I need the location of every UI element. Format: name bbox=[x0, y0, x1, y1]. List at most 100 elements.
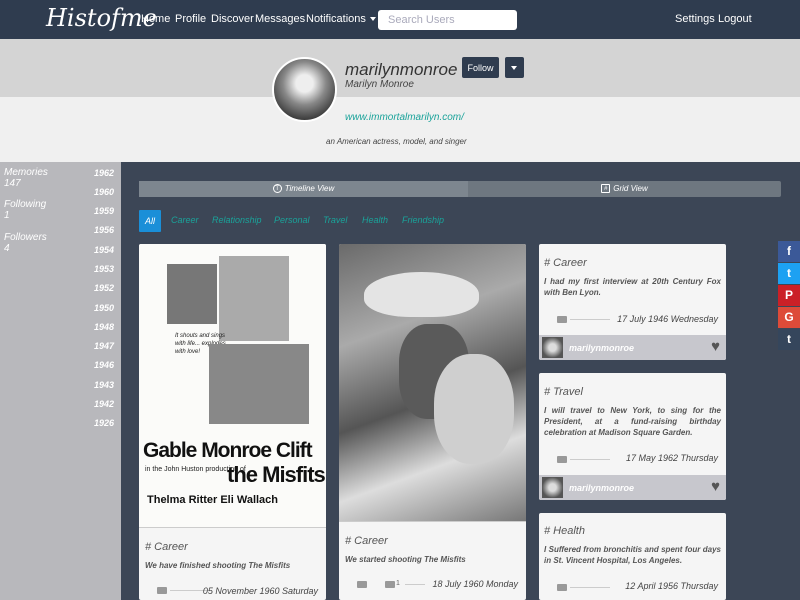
memory-card[interactable]: It shouts and sings with life... explode… bbox=[139, 244, 326, 600]
card-username[interactable]: marilynmonroe bbox=[569, 483, 634, 493]
filter-travel[interactable]: Travel bbox=[323, 215, 347, 225]
memory-text: I will travel to New York, to sing for t… bbox=[544, 406, 721, 437]
poster-figure bbox=[219, 256, 289, 341]
memory-date: 18 July 1960 Monday bbox=[432, 579, 518, 589]
divider bbox=[570, 319, 610, 320]
memory-photo[interactable] bbox=[339, 244, 526, 522]
user-avatar[interactable] bbox=[542, 477, 563, 498]
profile-info bbox=[0, 97, 800, 162]
share-icon[interactable] bbox=[385, 581, 395, 588]
year-link[interactable]: 1953 bbox=[94, 264, 114, 274]
heart-icon[interactable]: ♥ bbox=[711, 479, 720, 494]
year-link[interactable]: 1946 bbox=[94, 360, 114, 370]
year-link[interactable]: 1960 bbox=[94, 187, 114, 197]
follow-dropdown-button[interactable] bbox=[505, 57, 524, 78]
profile-website-link[interactable]: www.immortalmarilyn.com/ bbox=[345, 112, 464, 123]
year-link[interactable]: 1954 bbox=[94, 245, 114, 255]
tumblr-share-icon[interactable]: t bbox=[778, 329, 800, 350]
year-link[interactable]: 1956 bbox=[94, 225, 114, 235]
comment-icon[interactable] bbox=[557, 456, 567, 463]
comment-icon[interactable] bbox=[357, 581, 367, 588]
divider bbox=[570, 459, 610, 460]
nav-notifications[interactable]: Notifications bbox=[306, 13, 376, 25]
stat-label: Followers bbox=[4, 232, 47, 243]
memory-card[interactable]: # Travel I will travel to New York, to s… bbox=[539, 373, 726, 500]
timeline-view-button[interactable]: T Timeline View bbox=[139, 181, 468, 197]
year-link[interactable]: 1926 bbox=[94, 418, 114, 428]
profile-username: marilynmonroe bbox=[345, 60, 458, 79]
memory-date: 17 May 1962 Thursday bbox=[625, 453, 718, 463]
comment-icon[interactable] bbox=[157, 587, 167, 594]
timeline-icon: T bbox=[272, 184, 282, 194]
stat-value: 1 bbox=[4, 210, 10, 221]
sidebar: Memories 147 Following 1 Followers 4 1962 1… bbox=[0, 162, 121, 600]
comment-icon[interactable] bbox=[557, 584, 567, 591]
nav-settings[interactable]: Settings bbox=[675, 13, 715, 25]
memory-text: We started shooting The Misfits bbox=[345, 555, 466, 564]
heart-icon[interactable]: ♥ bbox=[711, 339, 720, 354]
filter-relationship[interactable]: Relationship bbox=[212, 215, 262, 225]
stat-followers[interactable]: Followers 4 bbox=[4, 232, 47, 254]
twitter-share-icon[interactable]: t bbox=[778, 263, 800, 284]
memory-card[interactable]: # Career We started shooting The Misfits… bbox=[339, 244, 526, 600]
poster-cast: Thelma Ritter Eli Wallach bbox=[147, 494, 279, 506]
memory-card[interactable]: # Health I Suffered from bronchitis and … bbox=[539, 513, 726, 600]
facebook-share-icon[interactable]: f bbox=[778, 241, 800, 262]
grid-view-label: Grid View bbox=[613, 184, 648, 193]
card-username[interactable]: marilynmonroe bbox=[569, 343, 634, 353]
poster-stars: Gable Monroe Clift bbox=[143, 439, 313, 462]
filter-personal[interactable]: Personal bbox=[274, 215, 310, 225]
nav-profile[interactable]: Profile bbox=[175, 13, 206, 25]
memory-photo[interactable]: It shouts and sings with life... explode… bbox=[139, 244, 326, 528]
memory-category: # Career bbox=[145, 541, 188, 553]
filter-career[interactable]: Career bbox=[171, 215, 199, 225]
search-input[interactable] bbox=[378, 10, 517, 30]
stat-value: 147 bbox=[4, 178, 21, 189]
year-link[interactable]: 1948 bbox=[94, 322, 114, 332]
view-toggle: T Timeline View # Grid View bbox=[139, 181, 781, 197]
share-count: 1 bbox=[396, 580, 400, 587]
google-plus-share-icon[interactable]: G bbox=[778, 307, 800, 328]
stat-following[interactable]: Following 1 bbox=[4, 199, 46, 221]
filter-health[interactable]: Health bbox=[362, 215, 388, 225]
year-link[interactable]: 1952 bbox=[94, 283, 114, 293]
nav-discover[interactable]: Discover bbox=[211, 13, 254, 25]
nav-notifications-label: Notifications bbox=[306, 13, 366, 25]
memory-text: I had my first interview at 20th Century… bbox=[544, 277, 721, 297]
memory-date: 12 April 1956 Thursday bbox=[625, 581, 718, 591]
follow-button[interactable]: Follow bbox=[462, 57, 499, 78]
stat-memories[interactable]: Memories 147 bbox=[4, 167, 48, 189]
user-avatar[interactable] bbox=[542, 337, 563, 358]
year-link[interactable]: 1962 bbox=[94, 168, 114, 178]
year-link[interactable]: 1950 bbox=[94, 303, 114, 313]
stat-label: Memories bbox=[4, 167, 48, 178]
year-link[interactable]: 1947 bbox=[94, 341, 114, 351]
comment-icon[interactable] bbox=[557, 316, 567, 323]
nav-home[interactable]: Home bbox=[141, 13, 170, 25]
poster-figure bbox=[209, 344, 309, 424]
year-link[interactable]: 1943 bbox=[94, 380, 114, 390]
pinterest-share-icon[interactable]: P bbox=[778, 285, 800, 306]
timeline-view-label: Timeline View bbox=[284, 184, 335, 193]
stat-label: Following bbox=[4, 199, 47, 210]
memory-date: 17 July 1946 Wednesday bbox=[617, 314, 718, 324]
filter-all[interactable]: All bbox=[139, 210, 161, 232]
year-link[interactable]: 1942 bbox=[94, 399, 114, 409]
card-user-bar: marilynmonroe ♥ bbox=[539, 335, 726, 360]
chevron-down-icon bbox=[369, 17, 376, 22]
card-user-bar: marilynmonroe ♥ bbox=[539, 475, 726, 500]
year-link[interactable]: 1959 bbox=[94, 206, 114, 216]
memory-category: # Health bbox=[544, 525, 585, 537]
nav-messages[interactable]: Messages bbox=[255, 13, 305, 25]
poster-figure bbox=[167, 264, 217, 324]
photo-hat bbox=[364, 272, 479, 317]
avatar[interactable] bbox=[272, 57, 337, 122]
divider bbox=[570, 587, 610, 588]
memory-card[interactable]: # Career I had my first interview at 20t… bbox=[539, 244, 726, 360]
photo-face bbox=[434, 354, 514, 464]
grid-view-button[interactable]: # Grid View bbox=[468, 181, 781, 197]
filter-friendship[interactable]: Friendship bbox=[402, 215, 444, 225]
nav-logout[interactable]: Logout bbox=[718, 13, 752, 25]
memory-text: I Suffered from bronchitis and spent fou… bbox=[544, 545, 721, 565]
memory-category: # Career bbox=[544, 257, 587, 269]
